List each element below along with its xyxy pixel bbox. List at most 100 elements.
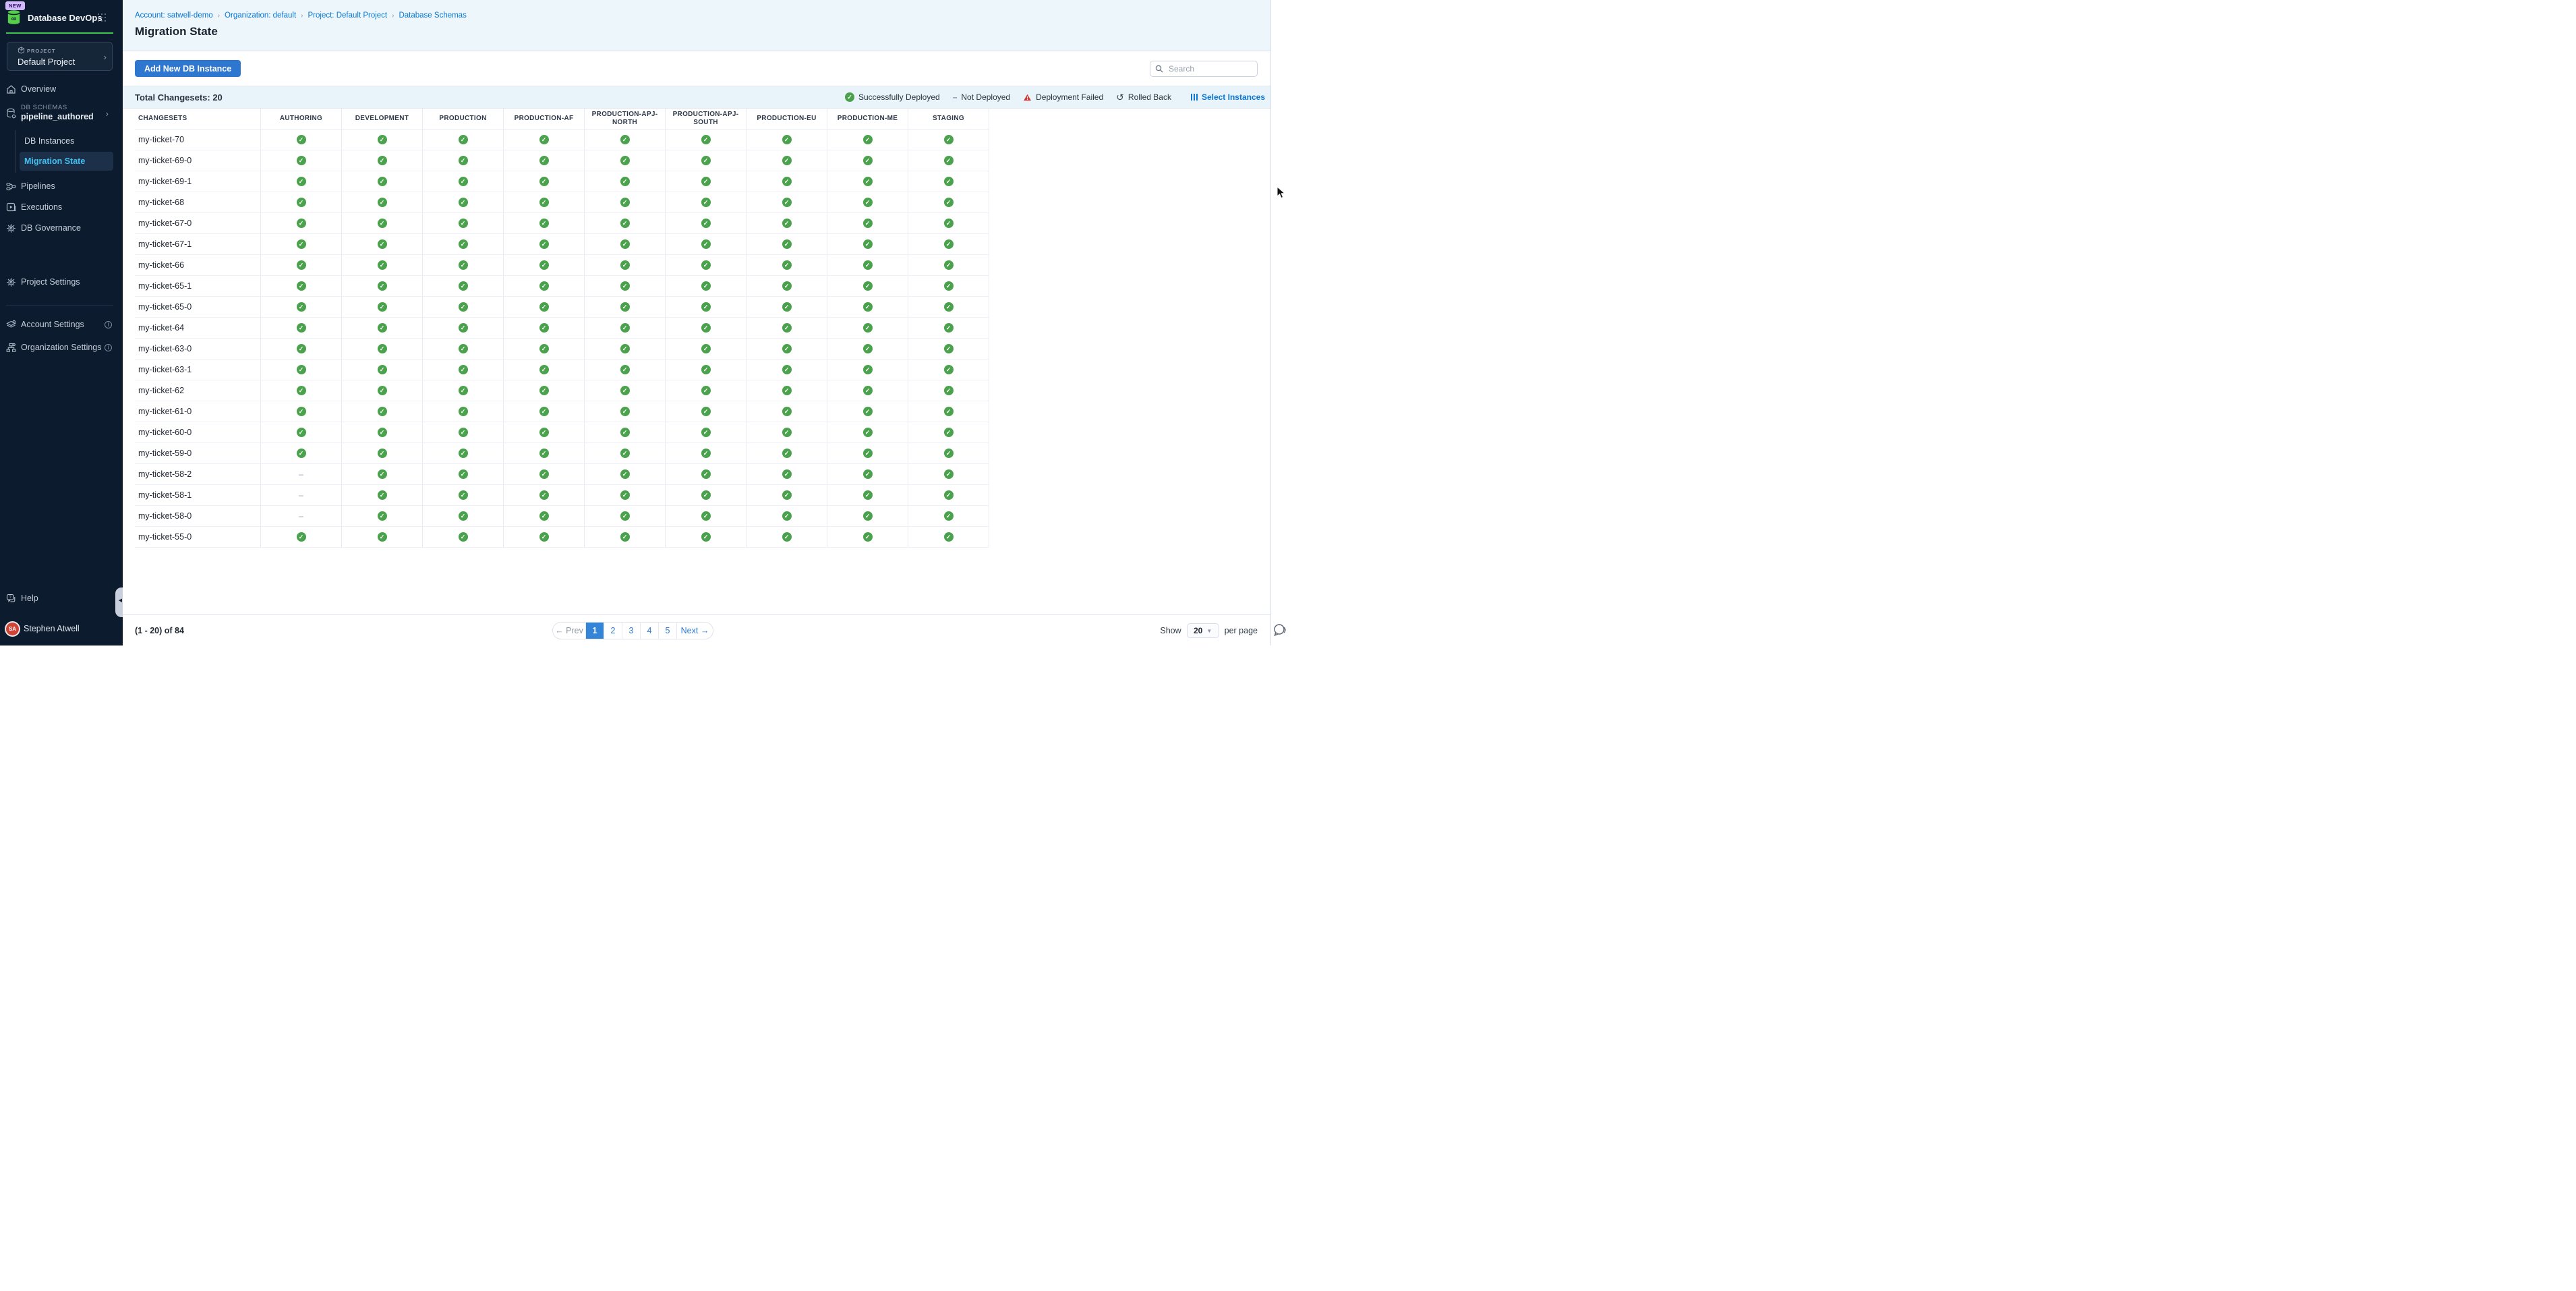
project-selector[interactable]: PROJECT Default Project ›: [7, 42, 113, 71]
status-cell: [423, 297, 504, 318]
success-check-icon: [297, 532, 306, 542]
success-check-icon: [863, 135, 873, 144]
sidebar-item-executions[interactable]: Executions: [0, 198, 123, 216]
info-icon[interactable]: i: [105, 321, 112, 328]
sidebar-item-db-instances[interactable]: DB Instances: [20, 132, 113, 150]
breadcrumb-account-link[interactable]: Account: satwell-demo: [135, 11, 213, 20]
help-button[interactable]: ? Help: [0, 590, 123, 607]
success-check-icon: [539, 260, 549, 270]
search-input[interactable]: [1167, 63, 1252, 74]
status-cell: [827, 422, 908, 443]
status-cell: [585, 276, 666, 297]
status-cell: [827, 506, 908, 527]
success-check-icon: [297, 239, 306, 249]
changeset-name: my-ticket-58-1: [135, 485, 261, 506]
column-header: PRODUCTION: [423, 109, 504, 130]
sidebar-collapse-handle[interactable]: [115, 587, 123, 617]
feedback-chat-icon[interactable]: [1272, 623, 1287, 637]
success-check-icon: [845, 92, 854, 102]
success-check-icon: [539, 302, 549, 312]
info-icon[interactable]: i: [105, 344, 112, 351]
project-label: PROJECT: [27, 48, 55, 54]
status-cell: [342, 234, 423, 255]
sidebar-item-db-governance[interactable]: DB Governance: [0, 219, 123, 237]
success-check-icon: [944, 469, 954, 479]
select-instances-button[interactable]: Select Instances: [1191, 92, 1265, 102]
status-cell: [504, 150, 585, 171]
status-cell: [908, 485, 989, 506]
success-check-icon: [782, 365, 792, 374]
prev-page-button[interactable]: Prev: [553, 623, 585, 639]
changeset-name: my-ticket-60-0: [135, 422, 261, 443]
success-check-icon: [459, 198, 468, 207]
success-check-icon: [459, 490, 468, 500]
status-cell: [666, 276, 747, 297]
status-cell: [827, 485, 908, 506]
account-settings-icon: [6, 320, 16, 330]
governance-gear-icon: [6, 223, 16, 233]
success-check-icon: [863, 386, 873, 395]
sidebar-item-account-settings[interactable]: Account Settings i: [0, 316, 123, 333]
breadcrumb-project-link[interactable]: Project: Default Project: [308, 11, 388, 20]
status-cell: [666, 150, 747, 171]
success-check-icon: [782, 532, 792, 542]
page-4-button[interactable]: 4: [640, 623, 658, 639]
table-row: my-ticket-69-0: [135, 150, 989, 171]
breadcrumb-organization-link[interactable]: Organization: default: [225, 11, 296, 20]
success-check-icon: [297, 219, 306, 228]
success-check-icon: [782, 511, 792, 521]
breadcrumb-database-schemas-link[interactable]: Database Schemas: [399, 11, 466, 20]
status-cell: [747, 506, 827, 527]
success-check-icon: [297, 177, 306, 186]
status-cell: [747, 192, 827, 213]
column-header: PRODUCTION-APJ-NORTH: [585, 109, 666, 130]
sidebar-item-organization-settings[interactable]: Organization Settings i: [0, 339, 123, 356]
rolled-back-icon: ↺: [1116, 92, 1124, 102]
page-size-control: Show 20 ▼ per page: [1160, 623, 1258, 638]
status-cell: [261, 255, 342, 276]
page-3-button[interactable]: 3: [622, 623, 640, 639]
success-check-icon: [620, 135, 630, 144]
status-cell: [342, 255, 423, 276]
status-cell: [423, 130, 504, 150]
status-cell: [585, 150, 666, 171]
add-new-db-instance-button[interactable]: Add New DB Instance: [135, 60, 241, 77]
status-cell: [261, 485, 342, 506]
sidebar-item-overview[interactable]: Overview: [0, 80, 123, 98]
page-1-button[interactable]: 1: [585, 623, 604, 639]
page-size-select[interactable]: 20 ▼: [1187, 623, 1219, 638]
table-header-row: CHANGESETSAUTHORINGDEVELOPMENTPRODUCTION…: [135, 109, 989, 130]
page-5-button[interactable]: 5: [658, 623, 676, 639]
success-check-icon: [297, 198, 306, 207]
sidebar-item-migration-state[interactable]: Migration State: [20, 152, 113, 171]
column-header: STAGING: [908, 109, 989, 130]
status-cell: [423, 401, 504, 422]
app-switcher-grid-icon[interactable]: [98, 13, 107, 22]
next-page-button[interactable]: Next: [676, 623, 713, 639]
status-cell: [908, 192, 989, 213]
status-cell: [585, 422, 666, 443]
success-check-icon: [863, 344, 873, 353]
sidebar-item-db-schemas[interactable]: DB SCHEMAS pipeline_authored ›: [0, 103, 123, 125]
status-cell: [261, 339, 342, 360]
sidebar-item-project-settings[interactable]: Project Settings: [0, 273, 123, 291]
column-header: PRODUCTION-AF: [504, 109, 585, 130]
success-check-icon: [297, 135, 306, 144]
user-menu[interactable]: SA Stephen Atwell: [0, 620, 123, 637]
page-2-button[interactable]: 2: [604, 623, 622, 639]
success-check-icon: [459, 219, 468, 228]
sidebar-item-pipelines[interactable]: Pipelines: [0, 177, 123, 195]
success-check-icon: [539, 365, 549, 374]
status-cell: [827, 380, 908, 401]
status-cell: [261, 422, 342, 443]
status-cell: [908, 527, 989, 548]
status-cell: [342, 401, 423, 422]
scrollbar-track[interactable]: [1270, 0, 1288, 646]
status-cell: [504, 380, 585, 401]
status-cell: [666, 255, 747, 276]
status-cell: [423, 339, 504, 360]
success-check-icon: [378, 511, 387, 521]
success-check-icon: [620, 511, 630, 521]
success-check-icon: [620, 449, 630, 458]
app-title: Database DevOps: [28, 13, 103, 23]
